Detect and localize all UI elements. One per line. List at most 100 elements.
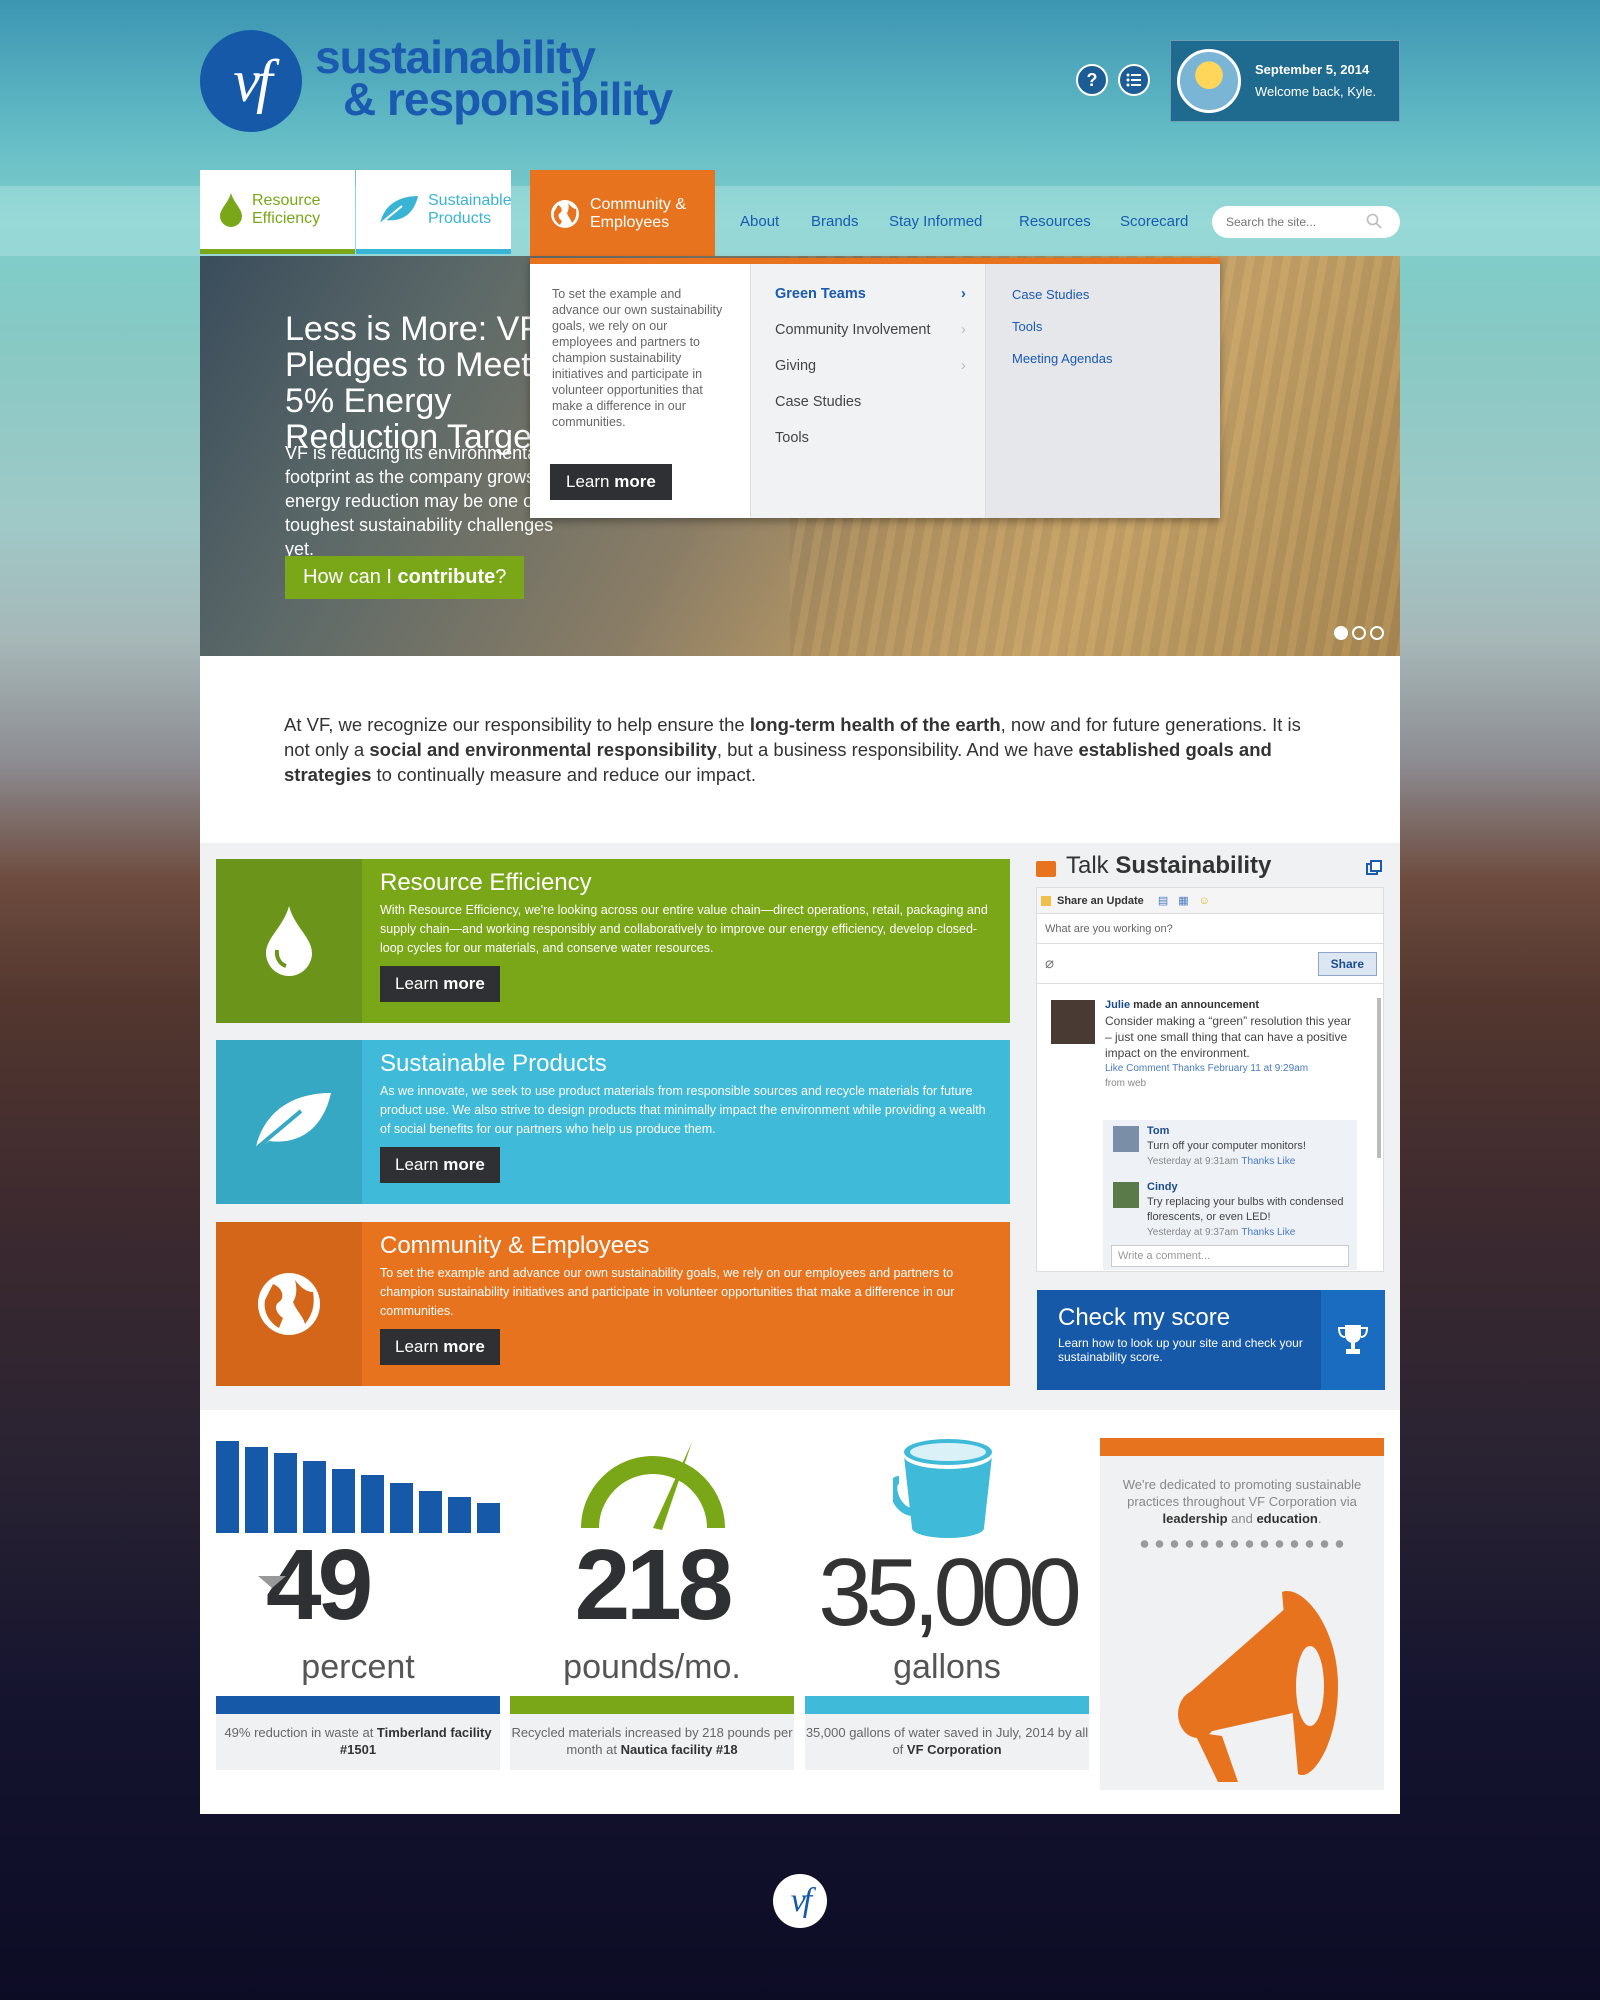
card-title: Sustainable Products	[380, 1050, 607, 1077]
event-icon[interactable]: ▦	[1178, 894, 1188, 907]
mega-submenu: Green Teams › Community Involvement › Givi…	[750, 264, 986, 518]
tab-resource-efficiency[interactable]: Resource Efficiency	[200, 170, 355, 254]
intro-bold: long-term health of the earth	[749, 714, 1001, 735]
paperclip-icon[interactable]: ⌀	[1045, 954, 1054, 972]
bar	[303, 1461, 326, 1533]
help-icon[interactable]: ?	[1076, 64, 1108, 96]
learn-more-button[interactable]: Learn more	[380, 966, 500, 1002]
learn-more-button[interactable]: Learn more	[380, 1147, 500, 1183]
caption-bar	[510, 1696, 794, 1714]
nav-resources[interactable]: Resources	[1019, 213, 1091, 230]
promo-pre: We're dedicated to promoting sustainable…	[1122, 1477, 1362, 1509]
score-text: Learn how to look up your site and check…	[1058, 1336, 1303, 1364]
mega-description: To set the example and advance our own s…	[552, 287, 723, 429]
comment-time: Yesterday at 9:37am	[1147, 1227, 1239, 1238]
card-text: As we innovate, we seek to use product m…	[380, 1084, 986, 1136]
intro-bold: social and environmental responsibility	[369, 739, 717, 760]
cta-bold: contribute	[397, 566, 496, 588]
card-title: Community & Employees	[380, 1232, 650, 1259]
caption-text: 35,000 gallons of water saved in July, 2…	[805, 1714, 1089, 1770]
cindy-avatar[interactable]	[1113, 1182, 1139, 1208]
julie-avatar[interactable]	[1051, 1000, 1095, 1044]
stat-water: 35,000 gallons	[805, 1438, 1089, 1686]
vf-logo[interactable]: vf	[200, 30, 302, 132]
comment-author[interactable]: Cindy	[1147, 1181, 1178, 1193]
nav-brands[interactable]: Brands	[811, 213, 859, 230]
menu-item-green-teams[interactable]: Green Teams ›	[775, 286, 966, 302]
comment-actions[interactable]: Thanks Like	[1241, 1227, 1295, 1238]
post-author[interactable]: Julie	[1105, 999, 1130, 1011]
feed-scrollbar[interactable]	[1377, 998, 1381, 1158]
submenu-item-case-studies[interactable]: Case Studies	[1012, 287, 1089, 302]
comment-input[interactable]: Write a comment...	[1111, 1245, 1349, 1267]
stat-number: 35,000	[818, 1539, 1082, 1646]
popout-icon[interactable]	[1366, 860, 1382, 881]
nav-scorecard[interactable]: Scorecard	[1120, 213, 1188, 230]
post-source: from web	[1105, 1078, 1147, 1089]
check-score-panel[interactable]: Check my score Learn how to look up your…	[1037, 1290, 1385, 1390]
learn-text: Learn	[395, 974, 444, 993]
menu-item-case-studies[interactable]: Case Studies	[775, 394, 861, 410]
bar	[390, 1483, 413, 1533]
learn-more-button[interactable]: Learn more	[380, 1329, 500, 1365]
carousel-dot[interactable]	[1334, 626, 1348, 640]
declining-bars-icon	[216, 1438, 500, 1533]
caption-bar	[216, 1696, 500, 1714]
menu-item-community-involvement[interactable]: Community Involvement ›	[775, 322, 966, 338]
caption-recycled: Recycled materials increased by 218 poun…	[510, 1696, 794, 1770]
tab-label: Community & Employees	[590, 196, 687, 231]
tom-avatar[interactable]	[1113, 1126, 1139, 1152]
globe-icon	[550, 199, 580, 229]
learn-bold: more	[443, 1337, 485, 1356]
nav-about[interactable]: About	[740, 213, 779, 230]
comment-actions[interactable]: Thanks Like	[1241, 1156, 1295, 1167]
contribute-button[interactable]: How can I contribute?	[285, 556, 525, 599]
footer-vf-logo[interactable]: vf	[773, 1874, 827, 1928]
mega-learn-more-button[interactable]: Learn more	[550, 464, 672, 500]
stat-unit: pounds/mo.	[563, 1648, 741, 1686]
learn-text: Learn	[395, 1155, 444, 1174]
submenu-item-tools[interactable]: Tools	[1012, 319, 1042, 334]
carousel-dot[interactable]	[1352, 626, 1366, 640]
menu-item-giving[interactable]: Giving ›	[775, 358, 966, 374]
promo-bold: leadership	[1162, 1511, 1228, 1526]
learn-bold: more	[443, 974, 485, 993]
update-input[interactable]: What are you working on?	[1037, 914, 1383, 944]
tab-community-employees[interactable]: Community & Employees	[530, 170, 715, 258]
down-arrow-icon	[258, 1576, 286, 1602]
globe-icon	[216, 1222, 362, 1386]
search-input[interactable]	[1226, 215, 1366, 229]
caption-text: Recycled materials increased by 218 poun…	[510, 1714, 794, 1770]
score-title: Check my score	[1058, 1304, 1231, 1331]
search-box[interactable]	[1212, 206, 1400, 238]
user-avatar[interactable]	[1177, 49, 1241, 113]
tab-label: Resource Efficiency	[252, 191, 321, 227]
mega-subsubmenu: Case Studies Tools Meeting Agendas	[986, 264, 1220, 518]
yammer-widget: Share an Update ▤ ▦ ☺ What are you worki…	[1036, 887, 1384, 1272]
praise-icon[interactable]: ☺	[1199, 895, 1210, 907]
comment-author[interactable]: Tom	[1147, 1125, 1169, 1137]
post-actions[interactable]: Like Comment Thanks February 11 at 9:29a…	[1105, 1061, 1360, 1076]
cta-text: How can I	[303, 566, 398, 588]
bar	[419, 1491, 442, 1533]
promo-end: .	[1317, 1511, 1322, 1526]
user-panel[interactable]: September 5, 2014 Welcome back, Kyle.	[1170, 40, 1400, 122]
community-mega-menu: To set the example and advance our own s…	[530, 258, 1220, 518]
stat-unit: percent	[301, 1648, 415, 1686]
stat-unit: gallons	[893, 1648, 1001, 1686]
tab-sustainable-products[interactable]: Sustainable Products	[356, 170, 512, 254]
card-title: Resource Efficiency	[380, 869, 592, 896]
submenu-item-meeting-agendas[interactable]: Meeting Agendas	[1012, 351, 1112, 366]
speech-bubble-icon	[1036, 861, 1056, 877]
share-button[interactable]: Share	[1317, 952, 1377, 976]
caption-bold: Nautica facility #18	[620, 1742, 738, 1757]
gauge-icon	[580, 1438, 726, 1539]
carousel-dot[interactable]	[1370, 626, 1384, 640]
nav-stay-informed[interactable]: Stay Informed	[889, 213, 982, 230]
search-icon[interactable]	[1366, 213, 1382, 232]
list-menu-icon[interactable]	[1118, 64, 1150, 96]
card-resource-efficiency: Resource Efficiency With Resource Efficie…	[216, 859, 1010, 1023]
menu-item-tools[interactable]: Tools	[775, 430, 809, 446]
poll-icon[interactable]: ▤	[1158, 894, 1168, 907]
share-update-tab[interactable]: Share an Update	[1057, 895, 1144, 907]
